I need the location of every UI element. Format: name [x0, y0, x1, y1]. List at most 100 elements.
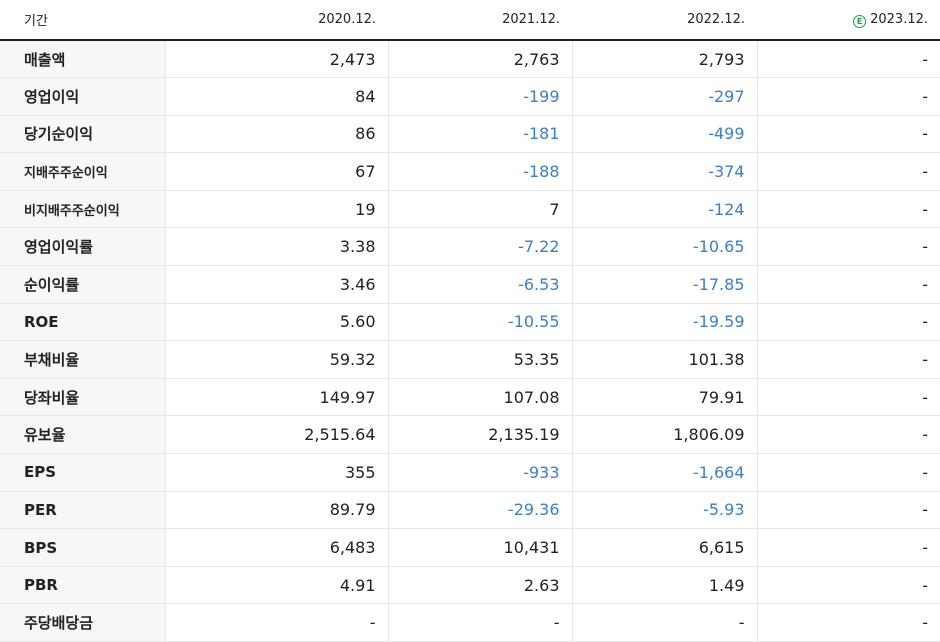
row-value-202012: 19: [165, 190, 389, 229]
row-label: 당기순이익: [0, 115, 166, 154]
row-value-202012: -: [165, 603, 389, 642]
row-value-202112: -: [388, 603, 573, 642]
row-value-202012: 59.32: [165, 340, 389, 379]
row-label: 매출액: [0, 40, 166, 79]
table-row: ROE 5.60 -10.55 -19.59-: [0, 303, 940, 342]
row-value-202112: 2,763: [388, 40, 573, 79]
row-value-202112: -199: [388, 77, 573, 116]
table-row: 부채비율 59.32 53.35 101.38-: [0, 340, 940, 379]
row-value-202112: 53.35: [388, 340, 573, 379]
row-value-202212: -: [572, 603, 758, 642]
table-row: 영업이익 84 -199 -297-: [0, 77, 940, 116]
row-label: 당좌비율: [0, 378, 166, 417]
row-value-202312: -: [757, 303, 940, 342]
row-value-202112: -188: [388, 152, 573, 191]
row-label: 유보율: [0, 415, 166, 455]
row-value-202112: -6.53: [388, 265, 573, 304]
row-value-202212: 101.38: [572, 340, 758, 379]
row-value-202312: -: [757, 115, 940, 154]
row-label: 영업이익률: [0, 227, 166, 267]
table-row: 순이익률 3.46 -6.53 -17.85-: [0, 265, 940, 304]
row-value-202012: 355: [165, 453, 389, 492]
row-value-202112: -933: [388, 453, 573, 492]
row-value-202312: -: [757, 566, 940, 605]
table-body: 매출액 2,473 2,763 2,793- 영업이익 84 -199 -297- 당기순이익 8…: [0, 40, 940, 642]
row-value-202312: -: [757, 453, 940, 492]
period-header-2023-estimate: E 2023.12.: [757, 0, 940, 41]
row-value-202212: -297: [572, 77, 758, 116]
row-value-202012: 89.79: [165, 491, 389, 530]
row-value-202112: -7.22: [388, 227, 573, 267]
row-label: 순이익률: [0, 265, 166, 304]
period-header-2020: 2020.12.: [165, 0, 388, 41]
table-row: BPS 6,483 10,431 6,615-: [0, 528, 940, 567]
period-header-2023-text: 2023.12.: [870, 11, 928, 27]
table-row: 당기순이익 86 -181 -499-: [0, 115, 940, 154]
table-header-row: 기간 2020.12. 2021.12. 2022.12. E 2023.12.: [0, 0, 940, 41]
row-value-202312: -: [757, 265, 940, 304]
row-value-202212: -5.93: [572, 491, 758, 530]
row-value-202012: 67: [165, 152, 389, 191]
row-value-202012: 2,515.64: [165, 415, 389, 455]
row-value-202012: 86: [165, 115, 389, 154]
row-value-202212: -1,664: [572, 453, 758, 492]
row-value-202312: -: [757, 77, 940, 116]
row-value-202112: -29.36: [388, 491, 573, 530]
row-value-202312: -: [757, 415, 940, 455]
table-row: PBR 4.91 2.63 1.49-: [0, 566, 940, 605]
row-label: PER: [0, 491, 166, 530]
row-value-202312: -: [757, 227, 940, 267]
row-value-202112: 107.08: [388, 378, 573, 417]
row-value-202212: -374: [572, 152, 758, 191]
row-value-202312: -: [757, 190, 940, 229]
table-row: EPS 355 -933 -1,664-: [0, 453, 940, 492]
estimate-icon: E: [853, 14, 867, 28]
table-row: 당좌비율 149.97 107.08 79.91-: [0, 378, 940, 417]
row-label: 비지배주주순이익: [0, 190, 166, 229]
row-label: 영업이익: [0, 77, 166, 116]
row-value-202212: -17.85: [572, 265, 758, 304]
row-label: 지배주주순이익: [0, 152, 166, 191]
row-value-202212: -124: [572, 190, 758, 229]
row-value-202012: 6,483: [165, 528, 389, 567]
row-value-202312: -: [757, 528, 940, 567]
row-value-202112: -10.55: [388, 303, 573, 342]
row-value-202212: 1,806.09: [572, 415, 758, 455]
row-label: EPS: [0, 453, 166, 492]
table-row: PER 89.79 -29.36 -5.93-: [0, 491, 940, 530]
row-value-202312: -: [757, 152, 940, 191]
row-value-202212: 79.91: [572, 378, 758, 417]
row-label: BPS: [0, 528, 166, 567]
row-value-202312: -: [757, 378, 940, 417]
row-value-202212: 6,615: [572, 528, 758, 567]
table-row: 유보율 2,515.64 2,135.19 1,806.09-: [0, 415, 940, 455]
row-value-202312: -: [757, 340, 940, 379]
row-value-202112: 2,135.19: [388, 415, 573, 455]
period-header-2022: 2022.12.: [572, 0, 757, 41]
row-value-202012: 4.91: [165, 566, 389, 605]
row-value-202012: 84: [165, 77, 389, 116]
row-label: 주당배당금: [0, 603, 166, 642]
table-row: 매출액 2,473 2,763 2,793-: [0, 40, 940, 79]
row-value-202212: -19.59: [572, 303, 758, 342]
row-value-202112: 2.63: [388, 566, 573, 605]
row-label: ROE: [0, 303, 166, 342]
row-value-202212: -499: [572, 115, 758, 154]
row-value-202112: -181: [388, 115, 573, 154]
row-value-202012: 3.38: [165, 227, 389, 267]
row-value-202112: 7: [388, 190, 573, 229]
table-row: 영업이익률 3.38 -7.22 -10.65-: [0, 227, 940, 267]
row-value-202012: 5.60: [165, 303, 389, 342]
row-value-202312: -: [757, 603, 940, 642]
row-value-202012: 149.97: [165, 378, 389, 417]
row-value-202112: 10,431: [388, 528, 573, 567]
table-row: 주당배당금 - - - -: [0, 603, 940, 642]
row-value-202012: 3.46: [165, 265, 389, 304]
financial-summary-table: 기간 2020.12. 2021.12. 2022.12. E 2023.12. …: [0, 0, 940, 642]
row-value-202212: -10.65: [572, 227, 758, 267]
table-row: 비지배주주순이익 19 7 -124-: [0, 190, 940, 229]
row-label: 부채비율: [0, 340, 166, 379]
row-value-202012: 2,473: [165, 40, 389, 79]
row-value-202212: 1.49: [572, 566, 758, 605]
row-label: PBR: [0, 566, 166, 605]
